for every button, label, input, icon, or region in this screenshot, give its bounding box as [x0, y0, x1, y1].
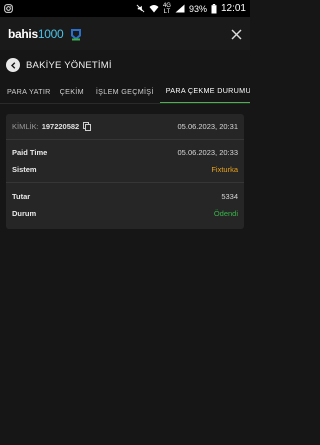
battery-percent: 93%: [188, 3, 207, 14]
status-right: 4G LT 93% 12:01: [136, 3, 246, 15]
system-row: Sistem Fixturka: [6, 161, 244, 178]
status-row: Durum Ödendi: [6, 205, 244, 222]
signal-icon: [175, 4, 185, 13]
status-bar: 4G LT 93% 12:01: [0, 0, 250, 17]
logo-number: 1000: [37, 26, 64, 41]
page-title: BAKİYE YÖNETİMİ: [26, 59, 112, 71]
tab-withdrawal-status[interactable]: PARA ÇEKME DURUMU: [159, 80, 250, 103]
network-type: 4G LT: [163, 3, 171, 15]
amount-value: 5334: [221, 192, 238, 201]
withdrawal-created-time: 05.06.2023, 20:31: [177, 122, 238, 131]
copy-icon[interactable]: [83, 122, 92, 131]
withdrawal-id-row: KİMLİK: 197220582 05.06.2023, 20:31: [6, 114, 244, 140]
status-left: [4, 4, 13, 13]
system-value: Fixturka: [211, 165, 238, 174]
withdrawal-id-value: 197220582: [41, 122, 80, 131]
network-type-bottom: LT: [163, 8, 171, 15]
status-label: Durum: [12, 209, 37, 218]
chevron-left-icon: [10, 61, 15, 69]
close-button[interactable]: [231, 25, 242, 43]
back-button[interactable]: [6, 58, 20, 72]
status-badge: Ödendi: [213, 209, 238, 218]
card-divider: [6, 182, 244, 183]
sponsor-badge-icon: [71, 28, 82, 40]
logo-text: bahis: [8, 26, 38, 41]
withdrawal-id-label: KİMLİK:: [12, 122, 39, 131]
wifi-icon: [149, 5, 159, 13]
page-title-bar: BAKİYE YÖNETİMİ: [0, 50, 250, 80]
amount-label: Tutar: [12, 192, 31, 201]
paid-time-label: Paid Time: [12, 148, 48, 157]
tab-bar: PARA YATIR ÇEKİM İŞLEM GEÇMİŞİ PARA ÇEKM…: [0, 80, 250, 104]
close-icon: [231, 29, 242, 39]
tab-transaction-history[interactable]: İŞLEM GEÇMİŞİ: [84, 80, 154, 103]
paid-time-row: Paid Time 05.06.2023, 20:33: [6, 144, 244, 161]
withdrawal-id: KİMLİK: 197220582: [12, 122, 92, 131]
brand-logo[interactable]: bahis 1000: [8, 27, 83, 41]
withdrawal-card: KİMLİK: 197220582 05.06.2023, 20:31 Paid…: [6, 114, 244, 229]
battery-icon: [211, 3, 217, 13]
tab-deposit[interactable]: PARA YATIR: [0, 80, 51, 103]
instagram-icon: [4, 4, 13, 13]
mute-icon: [136, 4, 145, 13]
tab-withdraw[interactable]: ÇEKİM: [51, 80, 84, 103]
amount-row: Tutar 5334: [6, 188, 244, 205]
system-label: Sistem: [12, 165, 37, 174]
paid-time-value: 05.06.2023, 20:33: [177, 148, 238, 157]
status-time: 12:01: [220, 3, 246, 14]
app-header: bahis 1000: [0, 17, 250, 50]
